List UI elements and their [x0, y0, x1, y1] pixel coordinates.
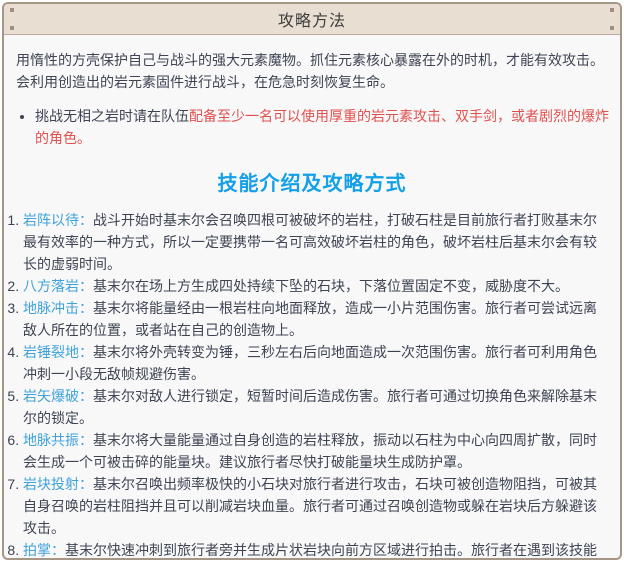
- panel-header: 攻略方法: [4, 4, 620, 35]
- skill-desc: 基末尔对敌人进行锁定，短暂时间后造成伤害。旅行者可通过切换角色来解除基末尔的锁定…: [23, 388, 597, 426]
- intro-paragraph: 用惰性的方壳保护自己与战斗的强大元素魔物。抓住元素核心暴露在外的时机，才能有效攻…: [16, 49, 608, 93]
- skill-desc: 基末尔将外壳转变为锤，三秒左右后向地面造成一次范围伤害。旅行者可利用角色冲刺一小…: [23, 344, 597, 382]
- skill-item: 岩阵以待：战斗开始时基末尔会召唤四根可被破坏的岩柱，打破石柱是目前旅行者打败基末…: [23, 209, 610, 275]
- strategy-panel: 攻略方法 用惰性的方壳保护自己与战斗的强大元素魔物。抓住元素核心暴露在外的时机，…: [2, 2, 622, 560]
- skill-desc: 基末尔将能量经由一根岩柱向地面释放，造成一小片范围伤害。旅行者可尝试远离敌人所在…: [23, 300, 597, 338]
- panel-title: 攻略方法: [278, 7, 346, 31]
- skill-name: 拍掌：: [23, 542, 65, 558]
- corner-decoration: [10, 8, 14, 12]
- skill-name: 八方落岩：: [23, 278, 93, 294]
- skill-name: 地脉共振：: [23, 432, 93, 448]
- skill-name: 岩矢爆破：: [23, 388, 93, 404]
- tip-item: 挑战无相之岩时请在队伍配备至少一名可以使用厚重的岩元素攻击、双手剑，或者剧烈的爆…: [35, 105, 610, 149]
- section-heading: 技能介绍及攻略方式: [14, 173, 610, 195]
- tip-list: 挑战无相之岩时请在队伍配备至少一名可以使用厚重的岩元素攻击、双手剑，或者剧烈的爆…: [14, 105, 610, 149]
- skill-desc: 基末尔在场上方生成四处持续下坠的石块，下落位置固定不变，威胁度不大。: [93, 278, 569, 294]
- skill-desc: 基末尔将大量能量通过自身创造的岩柱释放，振动以石柱为中心向四周扩散，同时会生成一…: [23, 432, 597, 470]
- skill-item: 地脉共振：基末尔将大量能量通过自身创造的岩柱释放，振动以石柱为中心向四周扩散，同…: [23, 429, 610, 473]
- skill-name: 岩阵以待：: [23, 212, 93, 228]
- skill-name: 岩块投射：: [23, 476, 93, 492]
- corner-decoration: [610, 26, 614, 30]
- skill-item: 岩锤裂地：基末尔将外壳转变为锤，三秒左右后向地面造成一次范围伤害。旅行者可利用角…: [23, 341, 610, 385]
- skill-desc: 战斗开始时基末尔会召唤四根可被破坏的岩柱，打破石柱是目前旅行者打败基末尔最有效率…: [23, 212, 597, 272]
- skill-list: 岩阵以待：战斗开始时基末尔会召唤四根可被破坏的岩柱，打破石柱是目前旅行者打败基末…: [10, 209, 610, 560]
- skill-item: 拍掌：基末尔快速冲刺到旅行者旁并生成片状岩块向前方区域进行拍击。旅行者在遇到该技…: [23, 539, 610, 560]
- skill-desc: 基末尔召唤出频率极快的小石块对旅行者进行攻击，石块可被创造物阻挡，可被其自身召唤…: [23, 476, 597, 536]
- skill-desc: 基末尔快速冲刺到旅行者旁并生成片状岩块向前方区域进行拍击。旅行者在遇到该技能时需…: [23, 542, 597, 560]
- skill-item: 岩块投射：基末尔召唤出频率极快的小石块对旅行者进行攻击，石块可被创造物阻挡，可被…: [23, 473, 610, 539]
- skill-name: 岩锤裂地：: [23, 344, 93, 360]
- panel-body: 用惰性的方壳保护自己与战斗的强大元素魔物。抓住元素核心暴露在外的时机，才能有效攻…: [4, 35, 620, 560]
- skill-name: 地脉冲击：: [23, 300, 93, 316]
- skill-item: 地脉冲击：基末尔将能量经由一根岩柱向地面释放，造成一小片范围伤害。旅行者可尝试远…: [23, 297, 610, 341]
- skill-item: 岩矢爆破：基末尔对敌人进行锁定，短暂时间后造成伤害。旅行者可通过切换角色来解除基…: [23, 385, 610, 429]
- skill-item: 八方落岩：基末尔在场上方生成四处持续下坠的石块，下落位置固定不变，威胁度不大。: [23, 275, 610, 297]
- corner-decoration: [10, 26, 14, 30]
- corner-decoration: [610, 8, 614, 12]
- tip-text-normal: 挑战无相之岩时请在队伍: [35, 108, 189, 124]
